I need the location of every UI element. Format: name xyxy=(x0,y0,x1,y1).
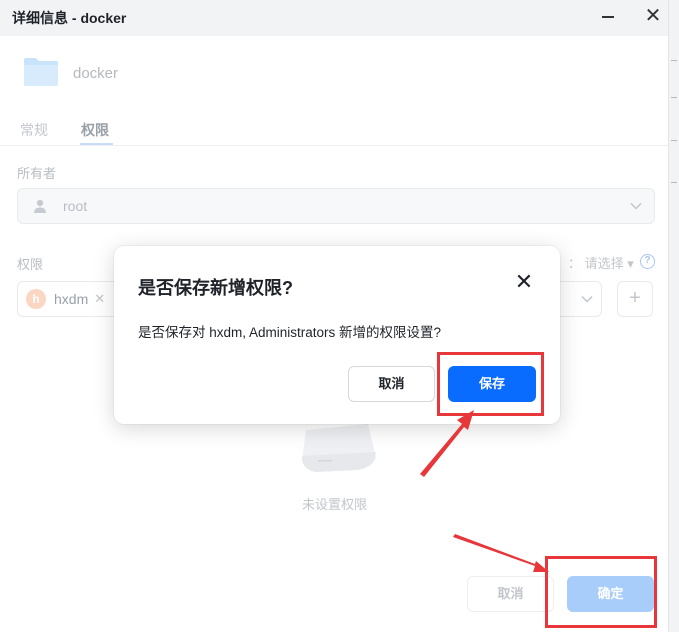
highlight-box-confirm xyxy=(545,556,657,628)
permission-type-select[interactable]: ： 请选择 ▾ xyxy=(568,253,634,272)
footer-cancel-button[interactable]: 取消 xyxy=(467,576,554,612)
folder-name: docker xyxy=(73,65,119,82)
avatar: h xyxy=(26,289,46,309)
dialog-message: 是否保存对 hxdm, Administrators 新增的权限设置? xyxy=(138,325,442,340)
window-title: 详细信息 - docker xyxy=(12,10,127,26)
add-permission-button[interactable]: + xyxy=(617,281,653,317)
tab-general[interactable]: 常规 xyxy=(20,120,48,140)
help-icon[interactable]: ? xyxy=(640,254,655,269)
empty-box-icon xyxy=(302,424,376,472)
titlebar: 详细信息 - docker ✕ xyxy=(0,0,668,36)
dialog-title: 是否保存新增权限? xyxy=(138,278,293,298)
active-tab-indicator xyxy=(80,143,113,145)
close-icon[interactable]: ✕ xyxy=(642,5,664,27)
user-tag-label: hxdm xyxy=(54,291,89,307)
tab-permissions[interactable]: 权限 xyxy=(81,120,109,140)
user-icon xyxy=(34,199,46,213)
chevron-down-icon xyxy=(581,295,593,303)
permissions-label: 权限 xyxy=(17,257,44,272)
owner-value: root xyxy=(63,198,88,214)
close-icon[interactable]: ✕ xyxy=(512,270,536,294)
dialog-cancel-button[interactable]: 取消 xyxy=(348,366,435,402)
tag-remove-icon[interactable]: ✕ xyxy=(94,291,105,307)
chevron-down-icon xyxy=(630,202,642,210)
user-tag: h hxdm ✕ xyxy=(26,289,105,309)
empty-state-text: 未设置权限 xyxy=(302,497,368,512)
owner-select[interactable]: root xyxy=(17,188,655,224)
highlight-box-save xyxy=(437,352,544,416)
folder-icon xyxy=(24,58,58,86)
owner-label: 所有者 xyxy=(17,166,57,181)
minimize-icon[interactable] xyxy=(597,6,619,28)
tab-bar: 常规 权限 xyxy=(0,116,668,146)
background-window-edge xyxy=(668,0,679,632)
